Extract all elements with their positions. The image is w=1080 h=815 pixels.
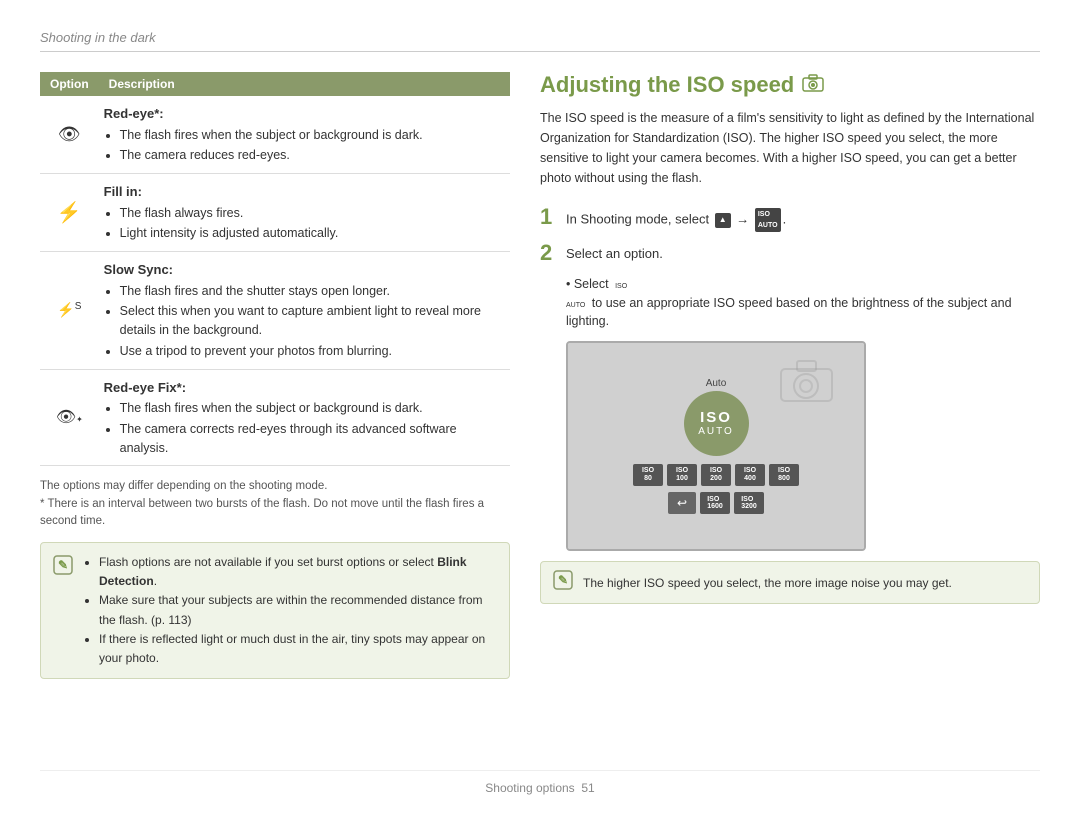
- list-item: The camera corrects red-eyes through its…: [120, 420, 500, 458]
- table-row: ⚡ Fill in: The flash always fires. Light…: [40, 174, 510, 252]
- iso-200-btn: ISO200: [701, 464, 731, 486]
- iso-80-btn: ISO80: [633, 464, 663, 486]
- camera-watermark-icon: [779, 358, 834, 416]
- right-column: Adjusting the ISO speed The ISO speed is…: [540, 72, 1040, 762]
- slow-sync-desc: Slow Sync: The flash fires and the shutt…: [99, 252, 510, 370]
- info-box: ✎ Flash options are not available if you…: [40, 542, 510, 679]
- step-1-text: In Shooting mode, select ▲ → ISOAUTO.: [566, 204, 786, 232]
- page-container: Shooting in the dark Option Description …: [0, 0, 1080, 815]
- iso-bottom-area: ↩ ISO1600 ISO3200: [668, 492, 764, 514]
- camera-screen-inner: Auto ISO AUTO ISO80 ISO100 ISO200 ISO400…: [568, 343, 864, 549]
- list-item: Flash options are not available if you s…: [99, 553, 497, 591]
- right-info-box: ✎ The higher ISO speed you select, the m…: [540, 561, 1040, 604]
- options-table: Option Description 👁 Red-eye*: The flash…: [40, 72, 510, 466]
- iso-auto-small-icon: ISOAUTO: [566, 282, 627, 310]
- page-header-title: Shooting in the dark: [40, 30, 156, 45]
- svg-text:✎: ✎: [58, 558, 68, 572]
- auto-label: Auto: [706, 378, 727, 389]
- footer-page: 51: [581, 781, 594, 795]
- slow-sync-title: Slow Sync:: [104, 260, 500, 280]
- list-item: Use a tripod to prevent your photos from…: [120, 342, 500, 361]
- slow-sync-icon: ⚡S: [40, 252, 99, 370]
- list-item: If there is reflected light or much dust…: [99, 630, 497, 668]
- step-1: 1 In Shooting mode, select ▲ → ISOAUTO.: [540, 204, 1040, 232]
- camera-icon: [802, 74, 824, 97]
- iso-400-btn: ISO400: [735, 464, 765, 486]
- iso-800-btn: ISO800: [769, 464, 799, 486]
- left-column: Option Description 👁 Red-eye*: The flash…: [40, 72, 510, 762]
- list-item: The camera reduces red-eyes.: [120, 146, 500, 165]
- step-2-bullet: • Select ISOAUTO to use an appropriate I…: [566, 275, 1040, 331]
- iso-options-row-1: ISO80 ISO100 ISO200 ISO400 ISO800: [633, 464, 799, 486]
- fill-in-title: Fill in:: [104, 182, 500, 202]
- table-row: 👁✦ Red-eye Fix*: The flash fires when th…: [40, 369, 510, 466]
- red-eye-desc: Red-eye*: The flash fires when the subje…: [99, 96, 510, 174]
- red-eye-fix-title: Red-eye Fix*:: [104, 378, 500, 398]
- col-option: Option: [40, 72, 99, 96]
- list-item: The flash fires and the shutter stays op…: [120, 282, 500, 301]
- step-2-text: Select an option.: [566, 240, 663, 265]
- table-row: ⚡S Slow Sync: The flash fires and the sh…: [40, 252, 510, 370]
- mode-icon: ▲: [715, 213, 731, 228]
- page-header: Shooting in the dark: [40, 30, 1040, 52]
- table-row: 👁 Red-eye*: The flash fires when the sub…: [40, 96, 510, 174]
- list-item: The flash always fires.: [120, 204, 500, 223]
- content-area: Option Description 👁 Red-eye*: The flash…: [40, 72, 1040, 762]
- right-info-text: The higher ISO speed you select, the mor…: [583, 576, 952, 590]
- back-button[interactable]: ↩: [668, 492, 696, 514]
- list-item: Make sure that your subjects are within …: [99, 591, 497, 629]
- iso-3200-btn: ISO3200: [734, 492, 764, 514]
- red-eye-icon: 👁: [40, 96, 99, 174]
- iso-label: ISO: [700, 410, 732, 427]
- step-2-number: 2: [540, 240, 558, 266]
- list-item: Light intensity is adjusted automaticall…: [120, 224, 500, 243]
- page-footer: Shooting options 51: [40, 770, 1040, 795]
- fill-in-icon: ⚡: [40, 174, 99, 252]
- fill-in-desc: Fill in: The flash always fires. Light i…: [99, 174, 510, 252]
- red-eye-fix-icon: 👁✦: [40, 369, 99, 466]
- list-item: The flash fires when the subject or back…: [120, 126, 500, 145]
- section-title-text: Adjusting the ISO speed: [540, 72, 794, 98]
- svg-text:✎: ✎: [558, 573, 568, 587]
- camera-screen: Auto ISO AUTO ISO80 ISO100 ISO200 ISO400…: [566, 341, 866, 551]
- col-description: Description: [99, 72, 510, 96]
- section-title: Adjusting the ISO speed: [540, 72, 1040, 98]
- auto-sublabel: AUTO: [698, 426, 734, 437]
- list-item: Select this when you want to capture amb…: [120, 302, 500, 340]
- step-2: 2 Select an option.: [540, 240, 1040, 266]
- intro-text: The ISO speed is the measure of a film's…: [540, 108, 1040, 188]
- right-info-icon: ✎: [553, 570, 573, 595]
- footer-text: Shooting options: [485, 781, 574, 795]
- red-eye-title: Red-eye*:: [104, 104, 500, 124]
- iso-1600-btn: ISO1600: [700, 492, 730, 514]
- red-eye-fix-desc: Red-eye Fix*: The flash fires when the s…: [99, 369, 510, 466]
- list-item: The flash fires when the subject or back…: [120, 399, 500, 418]
- iso-100-btn: ISO100: [667, 464, 697, 486]
- note-text: The options may differ depending on the …: [40, 478, 510, 530]
- info-box-text: Flash options are not available if you s…: [83, 553, 497, 668]
- iso-main-button: ISO AUTO: [684, 391, 749, 456]
- iso-auto-icon: ISOAUTO: [755, 208, 781, 232]
- step-1-number: 1: [540, 204, 558, 230]
- info-icon: ✎: [53, 555, 73, 580]
